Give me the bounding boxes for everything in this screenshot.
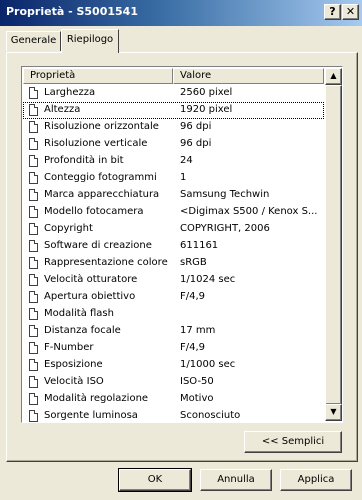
- property-value: 96 dpi: [180, 121, 212, 132]
- document-icon: [29, 393, 38, 405]
- list-item[interactable]: Sorgente luminosa Sconosciuto: [23, 408, 324, 422]
- property-name: Apertura obiettivo: [44, 291, 136, 302]
- list-item[interactable]: Conteggio fotogrammi 1: [23, 170, 324, 187]
- scroll-down-arrow-icon[interactable]: ▼: [325, 404, 342, 421]
- list-item[interactable]: Larghezza 2560 pixel: [23, 85, 324, 102]
- property-value: <Digimax S500 / Kenox S...: [180, 206, 318, 217]
- list-item[interactable]: Apertura obiettivo F/4,9: [23, 289, 324, 306]
- column-header-value[interactable]: Valore: [173, 68, 324, 84]
- document-icon: [29, 121, 38, 133]
- document-icon: [29, 342, 38, 354]
- list-item[interactable]: Esposizione 1/1000 sec: [23, 357, 324, 374]
- list-item[interactable]: Profondità in bit 24: [23, 153, 324, 170]
- scroll-thumb[interactable]: [325, 85, 342, 405]
- property-value: sRGB: [180, 257, 207, 268]
- property-value: F/4,9: [180, 342, 206, 353]
- document-icon: [29, 359, 38, 371]
- property-name: Profondità in bit: [44, 155, 124, 166]
- property-name: Modalità flash: [44, 308, 114, 319]
- list-item[interactable]: Altezza 1920 pixel: [23, 102, 324, 119]
- document-icon: [29, 257, 38, 269]
- document-icon: [29, 104, 38, 116]
- list-item[interactable]: Modello fotocamera <Digimax S500 / Kenox …: [23, 204, 324, 221]
- ok-button[interactable]: OK: [118, 468, 192, 492]
- tab-generale[interactable]: Generale: [6, 31, 61, 51]
- property-value: 1920 pixel: [180, 104, 233, 115]
- property-value: COPYRIGHT, 2006: [180, 223, 270, 234]
- document-icon: [29, 223, 38, 235]
- property-value: 96 dpi: [180, 138, 212, 149]
- property-name: Sorgente luminosa: [44, 410, 138, 421]
- applica-button[interactable]: Applica: [280, 469, 352, 491]
- list-item[interactable]: Velocità ISO ISO-50: [23, 374, 324, 391]
- list-item[interactable]: Modalità regolazione Motivo: [23, 391, 324, 408]
- property-name: Copyright: [44, 223, 93, 234]
- document-icon: [29, 376, 38, 388]
- property-value: 17 mm: [180, 325, 216, 336]
- vertical-scrollbar[interactable]: ▲ ▼: [325, 68, 342, 421]
- list-item[interactable]: Software di creazione 611161: [23, 238, 324, 255]
- scroll-up-arrow-icon[interactable]: ▲: [325, 68, 342, 85]
- property-name: Distanza focale: [44, 325, 121, 336]
- tab-riepilogo[interactable]: Riepilogo: [61, 29, 119, 53]
- window-title: Proprietà - S5001541: [6, 5, 138, 18]
- title-bar[interactable]: Proprietà - S5001541 ? ✕: [0, 0, 362, 26]
- document-icon: [29, 172, 38, 184]
- list-item[interactable]: F-Number F/4,9: [23, 340, 324, 357]
- property-value: 1/1024 sec: [180, 274, 236, 285]
- list-item[interactable]: Velocità otturatore 1/1024 sec: [23, 272, 324, 289]
- list-item[interactable]: Distanza focale 17 mm: [23, 323, 324, 340]
- annulla-button[interactable]: Annulla: [200, 469, 272, 491]
- properties-list[interactable]: Proprietà Valore Larghezza 2560 pixel Alte…: [21, 66, 343, 423]
- property-name: Modello fotocamera: [44, 206, 144, 217]
- property-value: Samsung Techwin: [180, 189, 270, 200]
- list-item[interactable]: Copyright COPYRIGHT, 2006: [23, 221, 324, 238]
- list-item[interactable]: Rappresentazione colore sRGB: [23, 255, 324, 272]
- property-name: Modalità regolazione: [44, 393, 149, 404]
- property-value: 24: [180, 155, 193, 166]
- close-button[interactable]: ✕: [342, 4, 359, 20]
- property-value: 2560 pixel: [180, 87, 233, 98]
- document-icon: [29, 308, 38, 320]
- property-name: Risoluzione verticale: [44, 138, 148, 149]
- list-item[interactable]: Risoluzione orizzontale 96 dpi: [23, 119, 324, 136]
- property-name: Rappresentazione colore: [44, 257, 168, 268]
- property-value: Motivo: [180, 393, 214, 404]
- property-name: Esposizione: [44, 359, 103, 370]
- document-icon: [29, 155, 38, 167]
- document-icon: [29, 410, 38, 422]
- property-value: 1/1000 sec: [180, 359, 236, 370]
- property-value: Sconosciuto: [180, 410, 241, 421]
- property-name: Risoluzione orizzontale: [44, 121, 159, 132]
- property-name: Altezza: [44, 104, 81, 115]
- property-value: 1: [180, 172, 187, 183]
- property-name: F-Number: [44, 342, 94, 353]
- list-item[interactable]: Modalità flash: [23, 306, 324, 323]
- document-icon: [29, 206, 38, 218]
- property-name: Software di creazione: [44, 240, 152, 251]
- help-button[interactable]: ?: [324, 4, 341, 20]
- document-icon: [29, 291, 38, 303]
- list-rows: Larghezza 2560 pixel Altezza 1920 pixel Riso…: [23, 85, 324, 422]
- document-icon: [29, 189, 38, 201]
- property-name: Marca apparecchiatura: [44, 189, 160, 200]
- property-value: 611161: [180, 240, 219, 251]
- document-icon: [29, 138, 38, 150]
- property-name: Larghezza: [44, 87, 96, 98]
- column-header-property[interactable]: Proprietà: [23, 68, 173, 84]
- document-icon: [29, 240, 38, 252]
- property-name: Velocità ISO: [44, 376, 104, 387]
- property-value: F/4,9: [180, 291, 206, 302]
- list-item[interactable]: Marca apparecchiatura Samsung Techwin: [23, 187, 324, 204]
- document-icon: [29, 87, 38, 99]
- property-value: ISO-50: [180, 376, 214, 387]
- semplici-button[interactable]: << Semplici: [244, 431, 342, 453]
- property-name: Velocità otturatore: [44, 274, 138, 285]
- document-icon: [29, 274, 38, 286]
- list-item[interactable]: Risoluzione verticale 96 dpi: [23, 136, 324, 153]
- property-name: Conteggio fotogrammi: [44, 172, 157, 183]
- document-icon: [29, 325, 38, 337]
